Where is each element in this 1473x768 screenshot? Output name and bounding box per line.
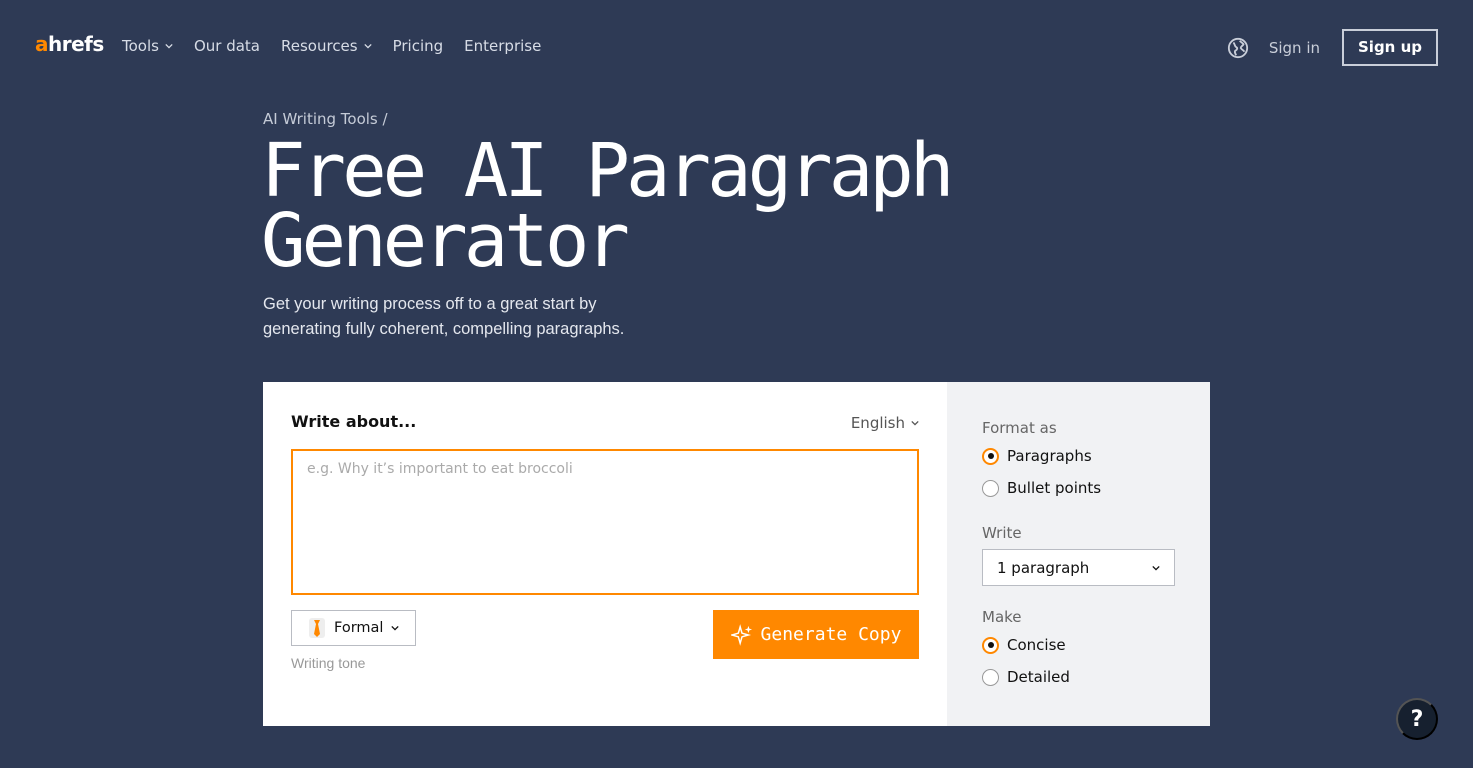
page-title: Free AI Paragraph Generator	[261, 128, 954, 284]
nav-resources[interactable]: Resources	[281, 37, 372, 55]
generator-card: Write about... English Formal Writing to…	[263, 382, 1210, 726]
page-subtitle: Get your writing process off to a great …	[263, 295, 625, 338]
necktie-icon	[309, 618, 325, 638]
chevron-down-icon	[165, 43, 173, 49]
globe-icon[interactable]	[1227, 37, 1249, 59]
chevron-down-icon	[391, 625, 400, 631]
chevron-down-icon	[363, 43, 372, 49]
writing-tone-label: Writing tone	[291, 655, 366, 671]
write-label: Write	[982, 524, 1022, 542]
format-as-label: Format as	[982, 419, 1057, 437]
generate-copy-button[interactable]: Generate Copy	[713, 610, 919, 659]
write-about-label: Write about...	[291, 412, 417, 431]
sign-in-link[interactable]: Sign in	[1269, 39, 1320, 57]
language-select[interactable]: English	[851, 414, 919, 432]
top-nav: ahrefs Tools Our data Resources Pricing …	[0, 0, 1473, 92]
help-button[interactable]: ?	[1396, 698, 1438, 740]
nav-links: Tools Our data Resources Pricing Enterpr…	[122, 37, 541, 55]
generator-main: Write about... English Formal Writing to…	[263, 382, 947, 726]
sparkle-icon	[730, 623, 752, 646]
make-concise-radio[interactable]: Concise	[982, 636, 1066, 654]
chevron-down-icon	[911, 420, 919, 426]
nav-right: Sign in Sign up	[1227, 29, 1438, 66]
chevron-down-icon	[1152, 565, 1160, 571]
format-paragraphs-radio[interactable]: Paragraphs	[982, 447, 1092, 465]
radio-empty-icon	[982, 668, 999, 686]
paragraph-count-select[interactable]: 1 paragraph	[982, 549, 1175, 586]
nav-pricing[interactable]: Pricing	[393, 37, 444, 55]
ahrefs-logo[interactable]: ahrefs	[35, 32, 104, 56]
topic-input[interactable]	[291, 449, 919, 595]
breadcrumb[interactable]: AI Writing Tools /	[263, 110, 388, 128]
writing-tone-select[interactable]: Formal	[291, 610, 416, 646]
radio-selected-icon	[982, 636, 999, 654]
nav-enterprise[interactable]: Enterprise	[464, 37, 541, 55]
radio-selected-icon	[982, 447, 999, 465]
radio-empty-icon	[982, 479, 999, 497]
sign-up-button[interactable]: Sign up	[1342, 29, 1438, 66]
nav-our-data[interactable]: Our data	[194, 37, 260, 55]
make-label: Make	[982, 608, 1022, 626]
nav-tools[interactable]: Tools	[122, 37, 173, 55]
format-bullets-radio[interactable]: Bullet points	[982, 479, 1101, 497]
make-detailed-radio[interactable]: Detailed	[982, 668, 1070, 686]
options-panel: Format as Paragraphs Bullet points Write…	[947, 382, 1210, 726]
